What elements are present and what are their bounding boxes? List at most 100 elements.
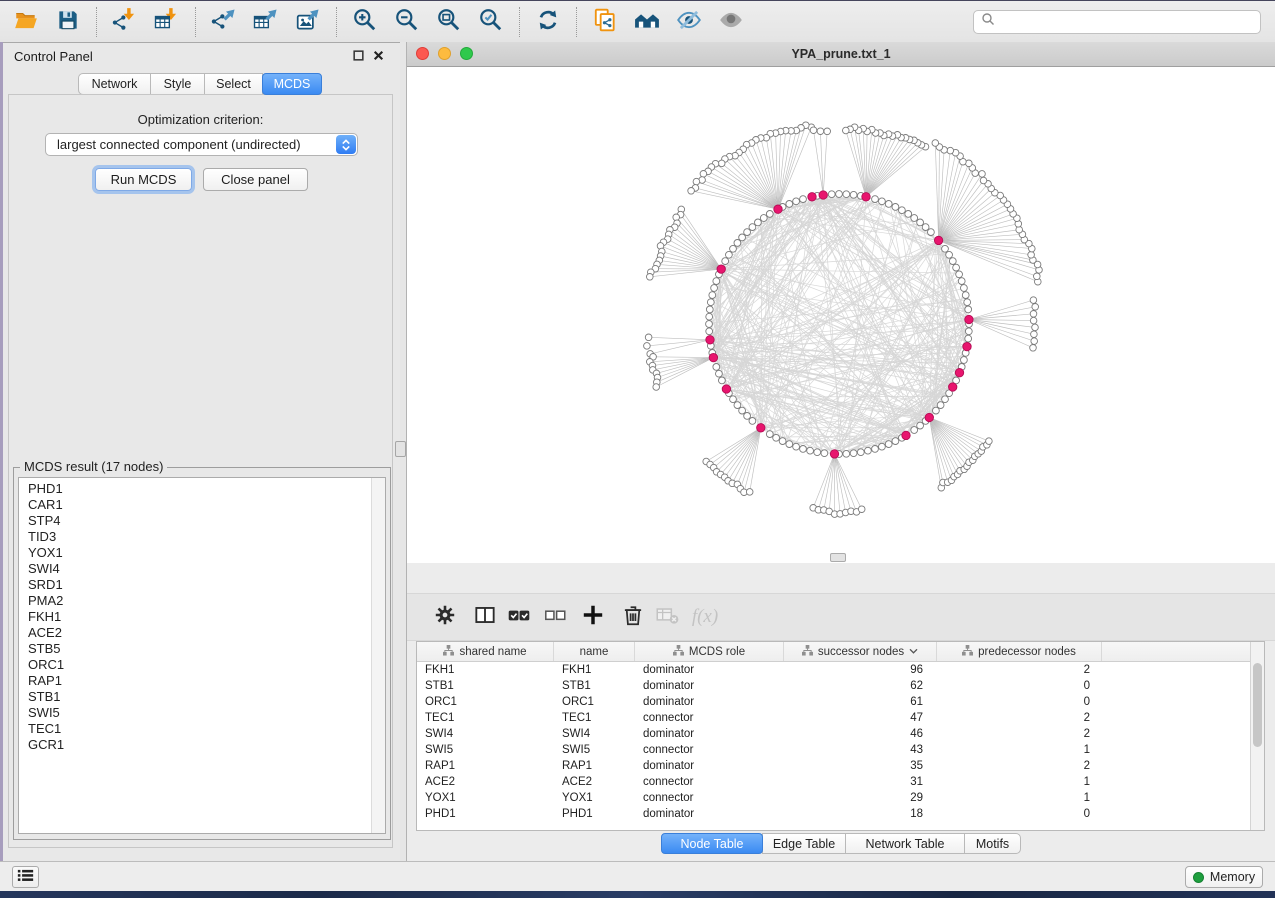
network-node[interactable] (953, 264, 960, 271)
mcds-result-item[interactable]: PHD1 (28, 481, 385, 497)
network-node[interactable] (647, 274, 654, 281)
task-history-button[interactable] (12, 866, 39, 888)
refresh-layout-button[interactable] (532, 6, 564, 38)
network-node[interactable] (828, 191, 835, 198)
network-node[interactable] (718, 160, 725, 167)
mcds-node[interactable] (902, 431, 910, 439)
mcds-result-item[interactable]: PMA2 (28, 593, 385, 609)
network-node[interactable] (879, 443, 886, 450)
network-node[interactable] (734, 240, 741, 247)
network-node[interactable] (793, 443, 800, 450)
tab-style[interactable]: Style (150, 73, 205, 95)
network-node[interactable] (961, 357, 968, 364)
mcds-node[interactable] (934, 236, 942, 244)
network-node[interactable] (773, 434, 780, 441)
network-node[interactable] (946, 251, 953, 258)
network-node[interactable] (949, 258, 956, 265)
mcds-result-item[interactable]: CAR1 (28, 497, 385, 513)
network-node[interactable] (942, 396, 949, 403)
network-node[interactable] (722, 258, 729, 265)
table-scrollbar[interactable] (1250, 642, 1264, 830)
network-node[interactable] (749, 418, 756, 425)
network-node[interactable] (956, 271, 963, 278)
network-node[interactable] (937, 402, 944, 409)
network-node[interactable] (746, 489, 753, 496)
network-node[interactable] (911, 215, 918, 222)
network-node[interactable] (706, 328, 713, 335)
network-node[interactable] (836, 191, 843, 198)
table-row[interactable]: SWI4SWI4dominator462 (417, 726, 1264, 742)
mcds-node[interactable] (757, 424, 765, 432)
network-node[interactable] (850, 450, 857, 457)
memory-button[interactable]: Memory (1185, 866, 1263, 888)
hide-selected-button[interactable] (673, 6, 705, 38)
network-node[interactable] (922, 224, 929, 231)
network-node[interactable] (766, 211, 773, 218)
export-table-button[interactable] (250, 6, 282, 38)
network-node[interactable] (644, 343, 651, 350)
table-row[interactable]: YOX1YOX1connector291 (417, 790, 1264, 806)
table-row[interactable]: ACE2ACE2connector311 (417, 774, 1264, 790)
network-node[interactable] (786, 441, 793, 448)
tab-mcds[interactable]: MCDS (262, 73, 322, 95)
mcds-result-item[interactable]: SWI4 (28, 561, 385, 577)
network-node[interactable] (713, 278, 720, 285)
split-columns-button[interactable] (471, 603, 499, 631)
network-node[interactable] (932, 140, 939, 147)
network-node[interactable] (942, 245, 949, 252)
copy-network-button[interactable] (589, 6, 621, 38)
network-node[interactable] (1032, 324, 1039, 331)
network-node[interactable] (739, 407, 746, 414)
canvas-splitter-grip[interactable] (830, 553, 846, 562)
mcds-node[interactable] (949, 383, 957, 391)
network-graph[interactable] (407, 67, 1275, 563)
network-node[interactable] (911, 427, 918, 434)
network-node[interactable] (706, 306, 713, 313)
mcds-node[interactable] (925, 413, 933, 421)
mcds-result-item[interactable]: SRD1 (28, 577, 385, 593)
splitter-grip[interactable] (395, 441, 406, 457)
network-node[interactable] (961, 285, 968, 292)
network-node[interactable] (730, 245, 737, 252)
criterion-select[interactable]: largest connected component (undirected) (45, 133, 358, 156)
network-node[interactable] (744, 413, 751, 420)
mcds-result-item[interactable]: TID3 (28, 529, 385, 545)
network-node[interactable] (1028, 252, 1035, 259)
network-node[interactable] (947, 147, 954, 154)
network-node[interactable] (749, 224, 756, 231)
network-node[interactable] (885, 441, 892, 448)
table-scrollbar-thumb[interactable] (1253, 663, 1262, 747)
mcds-result-item[interactable]: GCR1 (28, 737, 385, 753)
network-node[interactable] (965, 335, 972, 342)
mcds-result-item[interactable]: YOX1 (28, 545, 385, 561)
network-node[interactable] (964, 299, 971, 306)
nested-networks-button[interactable] (631, 6, 663, 38)
network-node[interactable] (843, 191, 850, 198)
unselect-all-button[interactable] (541, 603, 569, 631)
network-node[interactable] (843, 127, 850, 134)
float-panel-icon[interactable] (352, 49, 365, 62)
network-node[interactable] (716, 370, 723, 377)
network-node[interactable] (824, 128, 831, 135)
mcds-node[interactable] (955, 369, 963, 377)
mcds-node[interactable] (717, 265, 725, 273)
mcds-list-scrollbar[interactable] (371, 478, 385, 833)
zoom-selected-button[interactable] (475, 6, 507, 38)
network-node[interactable] (821, 450, 828, 457)
zoom-fit-button[interactable] (433, 6, 465, 38)
tab-motifs[interactable]: Motifs (964, 833, 1021, 854)
import-network-button[interactable] (109, 6, 141, 38)
column-header-MCDS-role[interactable]: MCDS role (635, 642, 784, 661)
tab-network-table[interactable]: Network Table (845, 833, 965, 854)
mcds-result-item[interactable]: STP4 (28, 513, 385, 529)
network-node[interactable] (928, 229, 935, 236)
network-node[interactable] (933, 407, 940, 414)
import-table-button[interactable] (151, 6, 183, 38)
network-node[interactable] (962, 292, 969, 299)
mcds-result-item[interactable]: FKH1 (28, 609, 385, 625)
network-node[interactable] (700, 171, 707, 178)
network-node[interactable] (892, 204, 899, 211)
network-node[interactable] (986, 438, 993, 445)
table-row[interactable]: PHD1PHD1dominator180 (417, 806, 1264, 822)
mcds-node[interactable] (722, 385, 730, 393)
